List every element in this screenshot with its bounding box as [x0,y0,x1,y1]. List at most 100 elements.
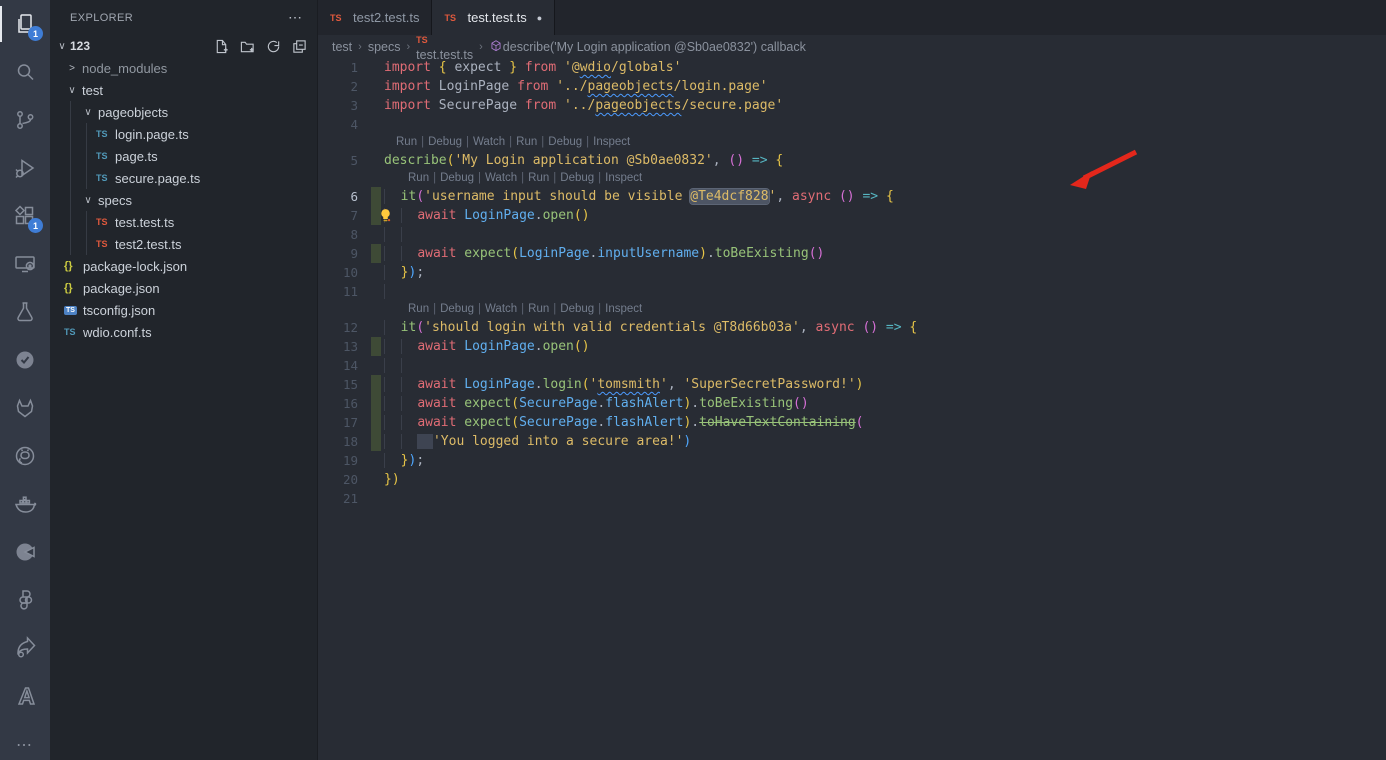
codelens-debug-link[interactable]: Debug [440,172,474,184]
codelens-watch-link[interactable]: Watch [485,172,517,184]
code-editor[interactable]: 1import { expect } from '@wdio/globals'2… [318,58,1386,760]
azure-icon[interactable] [0,672,50,720]
tree-item-label: tsconfig.json [83,303,155,318]
tree-item-label: pageobjects [98,105,168,120]
codelens-inspect-link[interactable]: Inspect [593,136,630,148]
testing-icon[interactable] [0,288,50,336]
tree-item-specs[interactable]: ∨specs [50,189,317,211]
gutter-decoration [358,375,384,394]
git-added-indicator [371,337,381,356]
codelens-run-link[interactable]: Run [408,172,429,184]
tree-item-page.ts[interactable]: TSpage.ts [50,145,317,167]
live-share-icon[interactable] [0,624,50,672]
line-number: 10 [318,263,358,282]
tree-item-pageobjects[interactable]: ∨pageobjects [50,101,317,123]
code-line-18[interactable]: 18 'You logged into a secure area!') [318,432,1386,451]
codelens-run-link[interactable]: Run [516,136,537,148]
code-line-11[interactable]: 11 [318,282,1386,301]
check-circle-icon[interactable] [0,336,50,384]
run-and-debug-icon[interactable] [0,144,50,192]
tree-item-package-lock.json[interactable]: {}package-lock.json [50,255,317,277]
tree-item-secure.page.ts[interactable]: TSsecure.page.ts [50,167,317,189]
codelens-run-link[interactable]: Run [528,303,549,315]
breadcrumb-item[interactable]: describe('My Login application @Sb0ae083… [489,39,806,54]
codelens-inspect-link[interactable]: Inspect [605,172,642,184]
gutter-decoration [358,115,384,134]
codelens-debug-link[interactable]: Debug [560,172,594,184]
collapse-all-icon[interactable] [289,36,309,56]
tab-test.test.ts[interactable]: TStest.test.ts● [432,0,555,35]
more-actions-icon[interactable]: ⋯ [0,730,50,760]
codelens-debug-link[interactable]: Debug [440,303,474,315]
code-line-14[interactable]: 14 [318,356,1386,375]
codelens-debug-link[interactable]: Debug [428,136,462,148]
code-line-10[interactable]: 10 }); [318,263,1386,282]
explorer-icon[interactable]: 1 [0,0,50,48]
codelens-row: Run|Debug|Watch|Run|Debug|Inspect [318,301,1386,318]
tree-item-tsconfig.json[interactable]: TStsconfig.json [50,299,317,321]
tree-item-node_modules[interactable]: >node_modules [50,57,317,79]
codelens-debug-link[interactable]: Debug [560,303,594,315]
codelens-run-link[interactable]: Run [528,172,549,184]
gutter-decoration [358,432,384,451]
code-line-21[interactable]: 21 [318,489,1386,508]
tree-item-package.json[interactable]: {}package.json [50,277,317,299]
vscode-window: 11⋯ EXPLORER ⋯ ∨ 123 >node_modules∨test∨… [0,0,1386,760]
code-line-1[interactable]: 1import { expect } from '@wdio/globals' [318,58,1386,77]
code-line-16[interactable]: 16 await expect(SecurePage.flashAlert).t… [318,394,1386,413]
remote-explorer-icon[interactable] [0,240,50,288]
code-line-13[interactable]: 13 await LoginPage.open() [318,337,1386,356]
breadcrumb-item[interactable]: TStest.test.ts [416,32,473,62]
codelens-watch-link[interactable]: Watch [473,136,505,148]
tab-test2.test.ts[interactable]: TStest2.test.ts [318,0,432,35]
tree-item-login.page.ts[interactable]: TSlogin.page.ts [50,123,317,145]
code-line-8[interactable]: 8 [318,225,1386,244]
sidebar-more-actions-icon[interactable]: ⋯ [288,9,303,26]
tree-item-test2.test.ts[interactable]: TStest2.test.ts [50,233,317,255]
explorer-sidebar: EXPLORER ⋯ ∨ 123 >node_modules∨test∨page… [50,0,318,760]
code-line-9[interactable]: 9 await expect(LoginPage.inputUsername).… [318,244,1386,263]
gitlab-icon[interactable] [0,384,50,432]
docker-icon[interactable] [0,480,50,528]
source-control-icon[interactable] [0,96,50,144]
github-icon[interactable] [0,432,50,480]
workspace-section-header[interactable]: ∨ 123 [50,35,317,57]
code-line-20[interactable]: 20}) [318,470,1386,489]
chevron-right-icon: > [64,63,80,74]
codelens-run-link[interactable]: Run [408,303,429,315]
new-folder-icon[interactable] [237,36,257,56]
tree-indent-guide [86,123,87,189]
code-line-19[interactable]: 19 }); [318,451,1386,470]
search-icon[interactable] [0,48,50,96]
code-line-4[interactable]: 4 [318,115,1386,134]
code-line-7[interactable]: 7 await LoginPage.open() [318,206,1386,225]
codelens-watch-link[interactable]: Watch [485,303,517,315]
codelens-run-link[interactable]: Run [396,136,417,148]
extensions-icon[interactable]: 1 [0,192,50,240]
codelens-inspect-link[interactable]: Inspect [605,303,642,315]
code-line-15[interactable]: 15 await LoginPage.login('tomsmith', 'Su… [318,375,1386,394]
git-added-indicator [371,244,381,263]
lightbulb-icon[interactable] [377,207,394,224]
tree-item-wdio.conf.ts[interactable]: TSwdio.conf.ts [50,321,317,343]
badge: 1 [28,26,43,41]
new-file-icon[interactable] [211,36,231,56]
breadcrumb-item[interactable]: test [332,40,352,54]
code-line-12[interactable]: 12 it('should login with valid credentia… [318,318,1386,337]
code-line-5[interactable]: 5describe('My Login application @Sb0ae08… [318,151,1386,170]
tree-item-test[interactable]: ∨test [50,79,317,101]
symbol-namespace-icon [489,40,503,54]
figma-icon[interactable] [0,576,50,624]
tree-indent-guide [86,211,87,255]
codelens-debug-link[interactable]: Debug [548,136,582,148]
workspace-name: 123 [70,39,211,53]
tree-item-test.test.ts[interactable]: TStest.test.ts [50,211,317,233]
breadcrumb-item[interactable]: specs [368,40,401,54]
refresh-icon[interactable] [263,36,283,56]
code-line-17[interactable]: 17 await expect(SecurePage.flashAlert).t… [318,413,1386,432]
code-line-3[interactable]: 3import SecurePage from '../pageobjects/… [318,96,1386,115]
typescript-file-icon: TS [444,10,461,26]
code-line-2[interactable]: 2import LoginPage from '../pageobjects/l… [318,77,1386,96]
code-line-6[interactable]: 6 it('username input should be visible @… [318,187,1386,206]
circle-notch-icon[interactable] [0,528,50,576]
